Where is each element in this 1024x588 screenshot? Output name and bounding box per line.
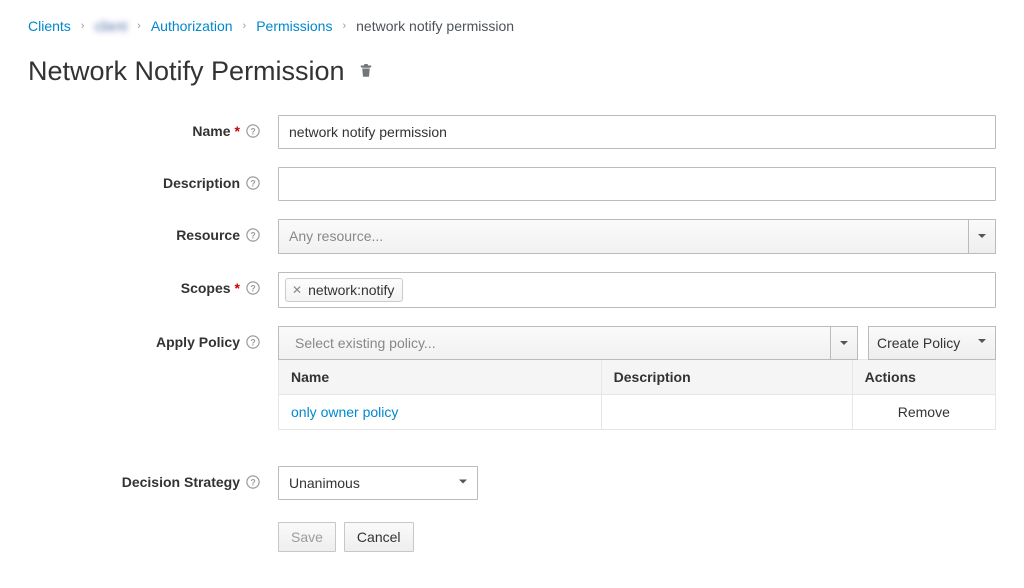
svg-text:?: ?: [250, 283, 255, 293]
policy-table: Name Description Actions only owner poli…: [278, 359, 996, 430]
help-icon[interactable]: ?: [246, 335, 260, 349]
table-header-row: Name Description Actions: [279, 359, 996, 394]
policy-link[interactable]: only owner policy: [291, 404, 398, 420]
policy-select-value: Select existing policy...: [278, 326, 830, 360]
breadcrumb-current: network notify permission: [356, 18, 514, 34]
create-policy-button[interactable]: Create Policy: [868, 326, 996, 360]
svg-text:?: ?: [250, 231, 255, 241]
name-input[interactable]: [278, 115, 996, 149]
label-name: Name * ?: [28, 115, 278, 139]
page-title: Network Notify Permission: [28, 56, 345, 87]
help-icon[interactable]: ?: [246, 124, 260, 138]
col-name: Name: [279, 359, 602, 394]
decision-strategy-select[interactable]: Unanimous: [278, 466, 478, 500]
save-button[interactable]: Save: [278, 522, 336, 552]
svg-text:?: ?: [250, 179, 255, 189]
label-scopes: Scopes * ?: [28, 272, 278, 296]
table-row: only owner policy Remove: [279, 394, 996, 429]
label-resource: Resource ?: [28, 219, 278, 243]
help-icon[interactable]: ?: [246, 228, 260, 242]
required-asterisk: *: [235, 280, 240, 296]
resource-select[interactable]: Any resource...: [278, 219, 996, 253]
breadcrumb: Clients › client › Authorization › Permi…: [28, 18, 996, 34]
breadcrumb-sep-icon: ›: [137, 20, 141, 32]
label-description: Description ?: [28, 167, 278, 191]
breadcrumb-sep-icon: ›: [342, 20, 346, 32]
scopes-input[interactable]: ✕ network:notify: [278, 272, 996, 308]
svg-text:?: ?: [250, 127, 255, 137]
resource-select-value: Any resource...: [278, 219, 968, 253]
description-input[interactable]: [278, 167, 996, 201]
chevron-down-icon: [977, 336, 987, 349]
breadcrumb-client-id[interactable]: client: [94, 18, 127, 34]
help-icon[interactable]: ?: [246, 176, 260, 190]
breadcrumb-sep-icon: ›: [81, 20, 85, 32]
policy-select[interactable]: Select existing policy...: [278, 326, 858, 360]
trash-icon[interactable]: [357, 61, 375, 82]
cancel-button[interactable]: Cancel: [344, 522, 414, 552]
help-icon[interactable]: ?: [246, 281, 260, 295]
breadcrumb-sep-icon: ›: [243, 20, 247, 32]
breadcrumb-permissions[interactable]: Permissions: [256, 18, 332, 34]
chevron-down-icon[interactable]: [830, 326, 858, 360]
help-icon[interactable]: ?: [246, 475, 260, 489]
svg-text:?: ?: [250, 337, 255, 347]
svg-text:?: ?: [250, 477, 255, 487]
label-decision-strategy: Decision Strategy ?: [28, 466, 278, 490]
remove-policy-button[interactable]: Remove: [898, 404, 950, 420]
chevron-down-icon[interactable]: [968, 219, 996, 253]
close-icon[interactable]: ✕: [292, 283, 302, 297]
scope-chip[interactable]: ✕ network:notify: [285, 278, 403, 302]
breadcrumb-clients[interactable]: Clients: [28, 18, 71, 34]
label-apply-policy: Apply Policy ?: [28, 326, 278, 350]
col-actions: Actions: [852, 359, 995, 394]
required-asterisk: *: [235, 123, 240, 139]
breadcrumb-authorization[interactable]: Authorization: [151, 18, 233, 34]
policy-description-cell: [601, 394, 852, 429]
scope-chip-label: network:notify: [308, 282, 394, 298]
col-description: Description: [601, 359, 852, 394]
